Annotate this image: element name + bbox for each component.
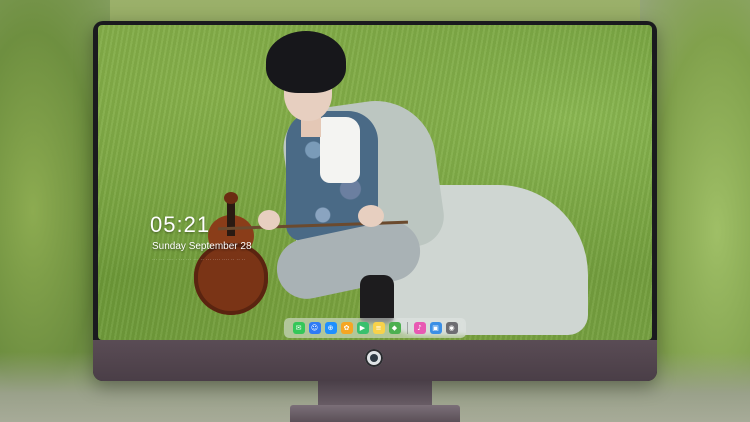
- wallpaper-violin-neck: [227, 200, 235, 236]
- safari-icon[interactable]: ⊕: [324, 322, 337, 334]
- lock-clock: 05:21: [150, 212, 211, 237]
- maps-icon[interactable]: ◆: [388, 322, 401, 334]
- monitor-stand-neck: [318, 381, 432, 407]
- wallpaper-hand-left: [258, 210, 280, 230]
- itunes-icon[interactable]: ♪: [413, 322, 426, 334]
- messages-icon[interactable]: ✉: [292, 322, 305, 334]
- wallpaper-violin-body: [194, 243, 268, 315]
- camera-icon[interactable]: ◉: [445, 322, 458, 334]
- alien-logo-icon: [365, 349, 383, 367]
- lock-subtitle: ··· ··· ···· · ··· ··· ··· ·· ··· ···· ·…: [152, 257, 246, 263]
- monitor-chin: [93, 340, 657, 381]
- dock: ✉ ☺ ⊕ ✿ ▶ ≡ ◆ ♪ ▣ ◉: [284, 318, 466, 338]
- dock-separator: [406, 322, 408, 334]
- monitor: 05:21 Sunday September 28 ··· ··· ···· ·…: [93, 21, 657, 381]
- wallpaper-boot: [360, 275, 394, 323]
- wallpaper-hand: [358, 205, 384, 227]
- wallpaper-hair: [266, 31, 346, 93]
- facetime-icon[interactable]: ▶: [356, 322, 369, 334]
- preview-icon[interactable]: ▣: [429, 322, 442, 334]
- lock-screen[interactable]: 05:21 Sunday September 28 ··· ··· ···· ·…: [98, 25, 652, 340]
- monitor-stand-base: [290, 405, 460, 422]
- photos-icon[interactable]: ✿: [340, 322, 353, 334]
- notes-icon[interactable]: ≡: [372, 322, 385, 334]
- lock-date: Sunday September 28: [152, 241, 252, 252]
- wallpaper-violin-scroll: [224, 192, 238, 204]
- finder-icon[interactable]: ☺: [308, 322, 321, 334]
- wallpaper-tshirt: [320, 117, 360, 183]
